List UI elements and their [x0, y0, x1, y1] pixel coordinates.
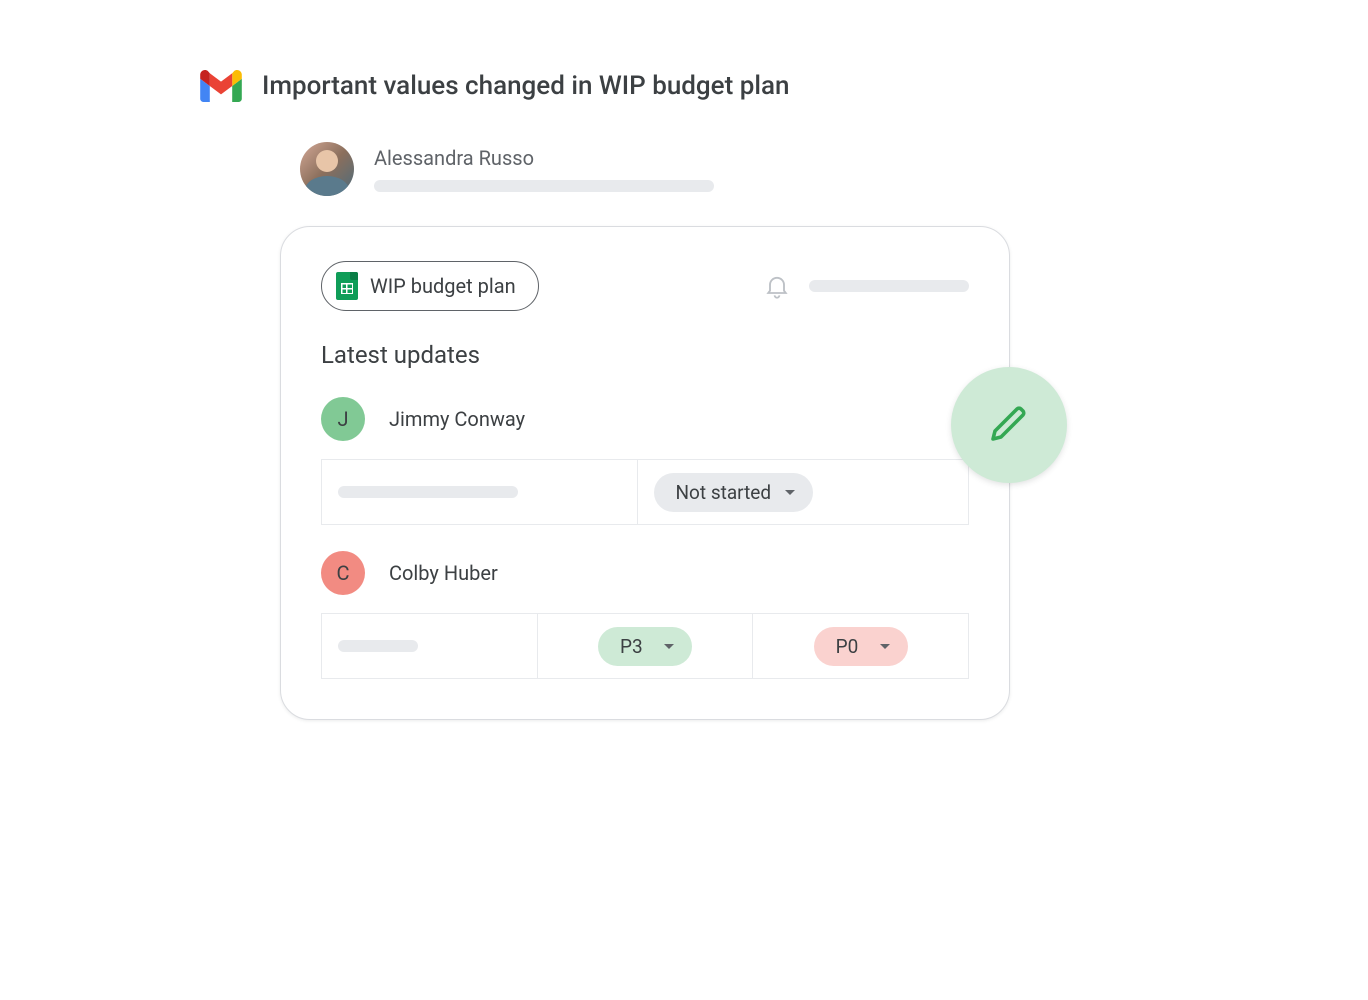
file-chip-label: WIP budget plan	[370, 274, 516, 298]
body-placeholder	[374, 180, 714, 192]
chevron-down-icon	[785, 490, 795, 495]
cell-placeholder	[338, 486, 518, 498]
sender-avatar[interactable]	[300, 142, 354, 196]
table-cell	[322, 614, 538, 678]
pencil-icon	[985, 399, 1033, 451]
cell-placeholder	[338, 640, 418, 652]
avatar[interactable]: J	[321, 397, 365, 441]
avatar[interactable]: C	[321, 551, 365, 595]
table-cell: P3	[538, 614, 754, 678]
chevron-down-icon	[664, 644, 674, 649]
bell-icon[interactable]	[763, 272, 791, 300]
status-pill[interactable]: Not started	[654, 473, 814, 512]
email-subject: Important values changed in WIP budget p…	[262, 71, 789, 101]
pill-label: P3	[620, 635, 650, 658]
chevron-down-icon	[880, 644, 890, 649]
user-name: Colby Huber	[389, 561, 498, 585]
pill-label: P0	[836, 635, 866, 658]
sender-row: Alessandra Russo	[300, 142, 1100, 196]
gmail-icon	[200, 70, 242, 102]
table-cell	[322, 460, 638, 524]
priority-pill[interactable]: P0	[814, 627, 908, 666]
user-name: Jimmy Conway	[389, 407, 525, 431]
notif-placeholder	[809, 280, 969, 292]
section-title: Latest updates	[321, 341, 969, 369]
table-cell: Not started	[638, 460, 969, 524]
sheets-icon	[336, 272, 358, 300]
edit-fab[interactable]	[951, 367, 1067, 483]
table-cell: P0	[753, 614, 968, 678]
table-row: P3 P0	[321, 613, 969, 679]
notification-area	[763, 272, 969, 300]
priority-pill[interactable]: P3	[598, 627, 692, 666]
email-header: Important values changed in WIP budget p…	[200, 70, 1100, 102]
pill-label: Not started	[676, 481, 772, 504]
sender-name: Alessandra Russo	[374, 146, 714, 170]
updates-card: WIP budget plan Latest updates J Jimmy C…	[280, 226, 1010, 720]
table-row: Not started	[321, 459, 969, 525]
update-block: J Jimmy Conway Not started	[321, 397, 969, 525]
update-block: C Colby Huber P3 P0	[321, 551, 969, 679]
file-chip[interactable]: WIP budget plan	[321, 261, 539, 311]
